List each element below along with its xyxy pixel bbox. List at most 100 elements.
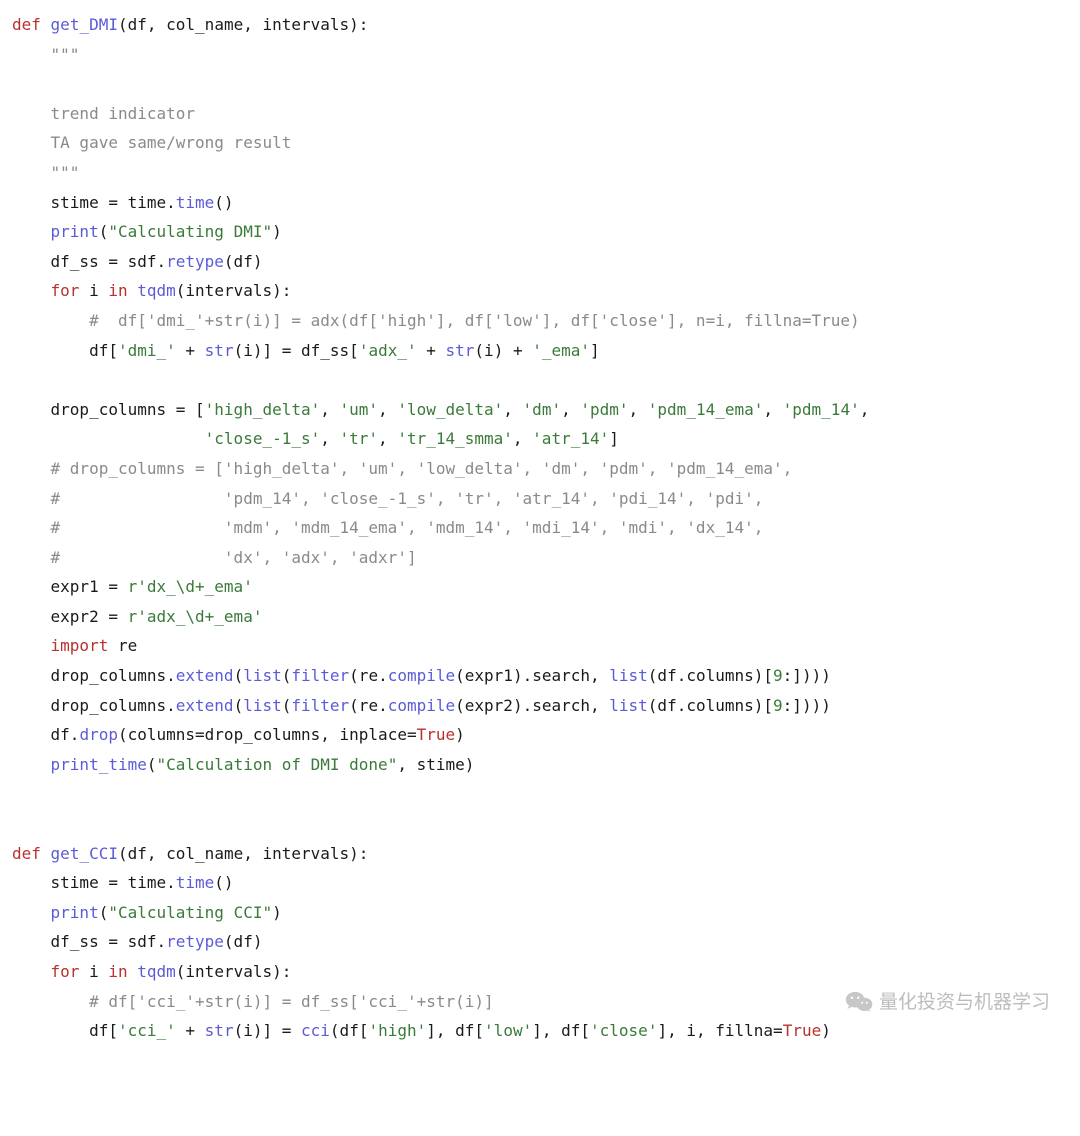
code-token: expr2 = — [12, 607, 128, 626]
code-token: ] — [590, 341, 600, 360]
code-token — [12, 962, 51, 981]
code-token: 9 — [773, 696, 783, 715]
code-token: ) — [455, 725, 465, 744]
code-token: '_ema' — [532, 341, 590, 360]
code-token: (re. — [349, 696, 388, 715]
code-token: , — [629, 400, 648, 419]
code-token: , — [378, 429, 397, 448]
code-token: (df) — [224, 252, 263, 271]
code-token: True — [783, 1021, 822, 1040]
code-token: ( — [99, 903, 109, 922]
code-token: i — [79, 281, 108, 300]
code-token: (i)] = df_ss[ — [234, 341, 359, 360]
code-token: ) — [821, 1021, 831, 1040]
code-token: df[ — [12, 1021, 118, 1040]
code-token: , — [503, 400, 522, 419]
code-token: expr1 = — [12, 577, 128, 596]
code-token: time — [176, 193, 215, 212]
code-token — [12, 222, 51, 241]
code-token: ], df[ — [532, 1021, 590, 1040]
code-token: in — [108, 281, 127, 300]
code-token: ( — [234, 666, 244, 685]
code-token: r'dx_\d+_ema' — [128, 577, 253, 596]
code-token: 'pdm' — [580, 400, 628, 419]
code-token: df_ss = sdf. — [12, 252, 166, 271]
code-token: cci — [301, 1021, 330, 1040]
code-token: list — [609, 666, 648, 685]
code-token: """ — [51, 163, 80, 182]
code-token: print — [51, 222, 99, 241]
code-token: drop_columns. — [12, 696, 176, 715]
code-token — [12, 281, 51, 300]
code-token: re — [108, 636, 137, 655]
code-token: print — [51, 903, 99, 922]
code-token: (columns=drop_columns, inplace= — [118, 725, 417, 744]
code-token: (intervals): — [176, 962, 292, 981]
code-token: # 'dx', 'adx', 'adxr'] — [51, 548, 417, 567]
code-token: df[ — [12, 341, 118, 360]
code-token: compile — [388, 696, 455, 715]
code-token: print_time — [51, 755, 147, 774]
code-token: trend indicator — [51, 104, 196, 123]
code-token: 'atr_14' — [532, 429, 609, 448]
code-token — [12, 636, 51, 655]
code-token: str — [446, 341, 475, 360]
code-token: ) — [272, 222, 282, 241]
code-token: () — [214, 193, 233, 212]
code-token — [41, 15, 51, 34]
code-token: str — [205, 1021, 234, 1040]
code-token: def — [12, 844, 41, 863]
code-token: 'adx_' — [359, 341, 417, 360]
code-token — [12, 104, 51, 123]
code-token: in — [108, 962, 127, 981]
code-token: ( — [282, 696, 292, 715]
code-token: def — [12, 15, 41, 34]
code-token: 'close' — [590, 1021, 657, 1040]
code-token: 'low_delta' — [397, 400, 503, 419]
code-token: r'adx_\d+_ema' — [128, 607, 263, 626]
code-token: 'high' — [368, 1021, 426, 1040]
code-token: (expr1).search, — [455, 666, 609, 685]
code-token: (re. — [349, 666, 388, 685]
code-token: ( — [147, 755, 157, 774]
code-token: get_CCI — [51, 844, 118, 863]
code-token: , — [763, 400, 782, 419]
code-token: get_DMI — [51, 15, 118, 34]
code-token — [12, 459, 51, 478]
code-token: ) — [272, 903, 282, 922]
code-token: (expr2).search, — [455, 696, 609, 715]
code-token: ] — [609, 429, 619, 448]
code-token: , — [320, 400, 339, 419]
code-token: (i) + — [474, 341, 532, 360]
code-token — [12, 755, 51, 774]
code-token: 9 — [773, 666, 783, 685]
code-token: extend — [176, 666, 234, 685]
code-token — [12, 518, 51, 537]
code-token — [12, 311, 89, 330]
code-token: # df['cci_'+str(i)] = df_ss['cci_'+str(i… — [89, 992, 494, 1011]
code-token: list — [609, 696, 648, 715]
code-token: # 'pdm_14', 'close_-1_s', 'tr', 'atr_14'… — [51, 489, 764, 508]
code-token: 'cci_' — [118, 1021, 176, 1040]
code-token: (df, col_name, intervals): — [118, 15, 368, 34]
code-token: retype — [166, 252, 224, 271]
code-token — [12, 163, 51, 182]
code-token: filter — [291, 696, 349, 715]
code-token: ( — [282, 666, 292, 685]
code-token — [12, 133, 51, 152]
code-token: 'pdm_14' — [783, 400, 860, 419]
code-token: (df.columns)[ — [648, 696, 773, 715]
code-token: 'low' — [484, 1021, 532, 1040]
code-block: def get_DMI(df, col_name, intervals): ""… — [12, 10, 1068, 1046]
code-token: list — [243, 696, 282, 715]
code-token: compile — [388, 666, 455, 685]
code-token — [12, 548, 51, 567]
code-token: 'tr_14_smma' — [397, 429, 513, 448]
code-token — [41, 844, 51, 863]
code-token: () — [214, 873, 233, 892]
code-token: filter — [291, 666, 349, 685]
code-token: , — [320, 429, 339, 448]
code-token: 'dm' — [523, 400, 562, 419]
code-token: "Calculating DMI" — [108, 222, 272, 241]
code-token: :]))) — [783, 696, 831, 715]
